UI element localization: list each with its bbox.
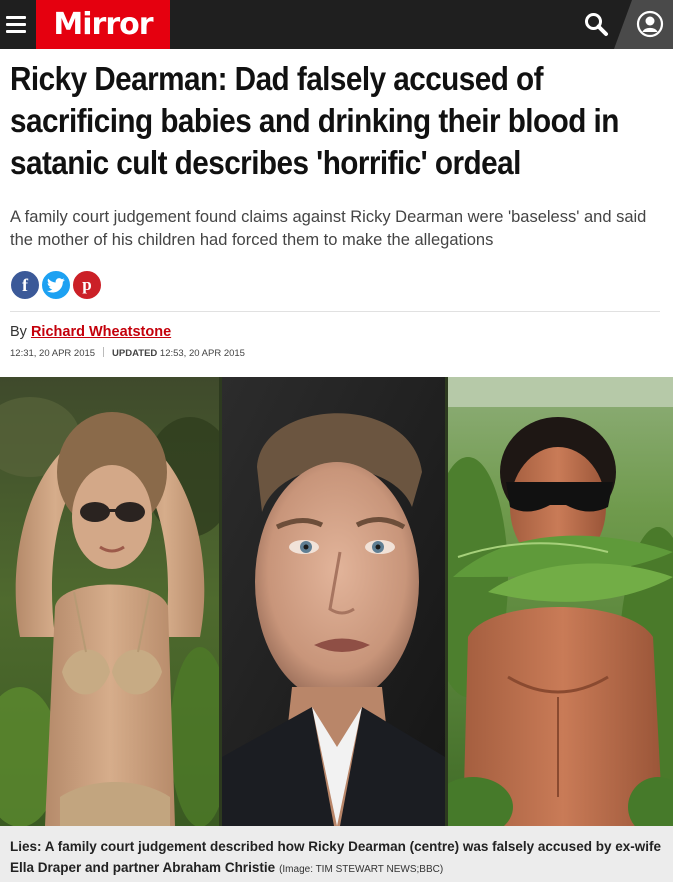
lead-image (0, 377, 673, 826)
published-time: 12:31, 20 APR 2015 (10, 348, 96, 359)
photo-panel-left (0, 377, 219, 826)
byline: By Richard Wheatstone (10, 324, 171, 340)
account-icon[interactable] (636, 10, 664, 38)
article-standfirst: A family court judgement found claims ag… (10, 208, 647, 249)
byline-prefix: By (10, 324, 27, 340)
twitter-icon (47, 277, 65, 293)
top-nav-bar: Mirror (0, 0, 673, 49)
twitter-share-button[interactable] (41, 270, 71, 300)
image-caption: Lies: A family court judgement described… (0, 826, 673, 882)
logo-text: Mirror (53, 7, 153, 42)
mirror-logo[interactable]: Mirror (36, 0, 170, 49)
updated-label: UPDATED (112, 348, 158, 359)
menu-icon[interactable] (6, 12, 28, 36)
image-credit: (Image: TIM STEWART NEWS;BBC) (279, 864, 444, 875)
pinterest-icon: p (82, 275, 92, 294)
facebook-share-button[interactable]: f (10, 270, 40, 300)
updated-time: 12:53, 20 APR 2015 (159, 348, 245, 359)
article-dates: 12:31, 20 APR 2015 UPDATED 12:53, 20 APR … (10, 347, 245, 359)
search-icon[interactable] (583, 11, 609, 37)
article-headline: Ricky Dearman: Dad falsely accused of sa… (10, 60, 619, 181)
author-link[interactable]: Richard Wheatstone (31, 324, 171, 340)
photo-panel-right (448, 377, 673, 826)
photo-panel-center (222, 377, 445, 826)
pinterest-share-button[interactable]: p (72, 270, 102, 300)
byline-divider (10, 311, 660, 312)
facebook-icon: f (22, 274, 28, 295)
